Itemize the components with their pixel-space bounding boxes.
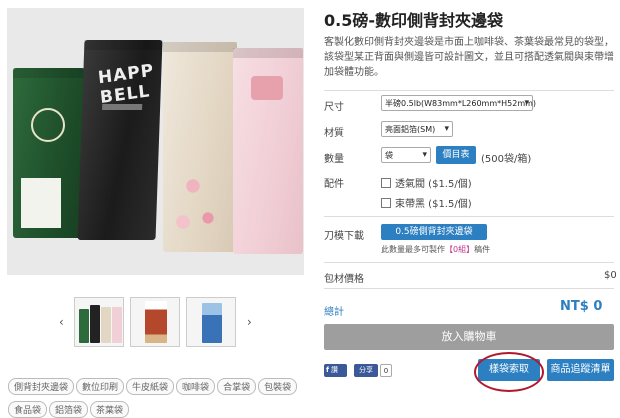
product-title: 0.5磅-數印側背封夾邊袋 (324, 11, 503, 30)
add-to-cart-button[interactable]: 放入購物車 (324, 324, 614, 350)
note-highlight: 【0組】 (445, 245, 475, 254)
thumbnail-2[interactable] (130, 297, 180, 347)
green-bag-image (13, 68, 85, 238)
tag-item[interactable]: 咖啡袋 (176, 378, 216, 395)
quantity-select[interactable]: 袋 (381, 147, 431, 163)
checkbox[interactable] (381, 178, 391, 188)
product-main-image: HAPP BELL (7, 8, 304, 275)
quantity-label: 數量 (324, 154, 344, 165)
divider (324, 216, 614, 217)
tag-item[interactable]: 牛皮紙袋 (126, 378, 175, 395)
tag-item[interactable]: 合掌袋 (217, 378, 257, 395)
note-text: 此數量最多可製作 (381, 245, 445, 254)
tag-item[interactable]: 數位印刷 (76, 378, 125, 395)
quantity-unit: (500袋/箱) (481, 154, 532, 165)
tag-item[interactable]: 食品袋 (8, 401, 48, 418)
share-count: 0 (380, 364, 392, 377)
divider (324, 90, 614, 91)
product-page: HAPP BELL ‹ › 側背封夾邊袋 數位印刷 牛皮紙袋 咖啡袋 合掌袋 包裝袋食品袋… (0, 0, 620, 418)
quantity-note: 此數量最多可製作【0組】稿件 (381, 244, 490, 255)
option-vent-valve[interactable]: 透氣閥 ($1.5/個) (381, 175, 472, 190)
black-bag-image: HAPP BELL (77, 40, 163, 240)
wishlist-button[interactable]: 商品追蹤清單 (547, 359, 614, 381)
tag-item[interactable]: 鋁箔袋 (49, 401, 89, 418)
thumbnail-gallery: ‹ › (7, 293, 304, 353)
share-button[interactable]: 分享 (354, 364, 378, 377)
annotation-circle (474, 352, 544, 392)
material-price-value: $0 (604, 270, 617, 281)
knife-download-button[interactable]: 0.5磅側背封夾邊袋 (381, 224, 487, 240)
option-label: 束帶黑 ($1.5/個) (395, 199, 472, 210)
tag-item[interactable]: 茶葉袋 (90, 401, 130, 418)
tag-item[interactable]: 包裝袋 (258, 378, 298, 395)
product-description: 客製化數印側背封夾邊袋是市面上咖啡袋、茶葉袋最常見的袋型，該袋型某正背面與側邊皆… (324, 37, 614, 78)
size-label: 尺寸 (324, 102, 344, 113)
gallery-next-icon[interactable]: › (247, 315, 252, 329)
option-label: 透氣閥 ($1.5/個) (395, 179, 472, 190)
gallery-prev-icon[interactable]: ‹ (59, 315, 64, 329)
material-label: 材質 (324, 128, 344, 139)
divider (324, 288, 614, 289)
total-label: 總計 (324, 307, 344, 318)
note-text: 稿件 (474, 245, 491, 254)
material-price-label: 包材價格 (324, 274, 364, 285)
price-table-button[interactable]: 價目表 (436, 146, 476, 164)
kraft-bag-image (163, 42, 237, 252)
divider (324, 262, 614, 263)
size-select[interactable]: 半磅0.5lb(W83mm*L260mm*H52mm) (381, 95, 536, 111)
option-black-tie[interactable]: 束帶黑 ($1.5/個) (381, 195, 472, 210)
accessory-label: 配件 (324, 179, 344, 190)
material-select[interactable]: 亮面鋁箔(SM) (381, 121, 453, 137)
facebook-like-label: 讚 (331, 366, 339, 374)
knife-download-label: 刀模下載 (324, 231, 364, 242)
thumbnail-3[interactable] (186, 297, 236, 347)
total-value: NT$ 0 (560, 299, 603, 314)
tag-list: 側背封夾邊袋 數位印刷 牛皮紙袋 咖啡袋 合掌袋 包裝袋食品袋 鋁箔袋 茶葉袋 (8, 375, 308, 418)
tag-item[interactable]: 側背封夾邊袋 (8, 378, 75, 395)
checkbox[interactable] (381, 198, 391, 208)
thumbnail-1[interactable] (74, 297, 124, 347)
facebook-like-button[interactable]: f讚 (324, 364, 347, 377)
pink-bag-image (233, 48, 303, 254)
